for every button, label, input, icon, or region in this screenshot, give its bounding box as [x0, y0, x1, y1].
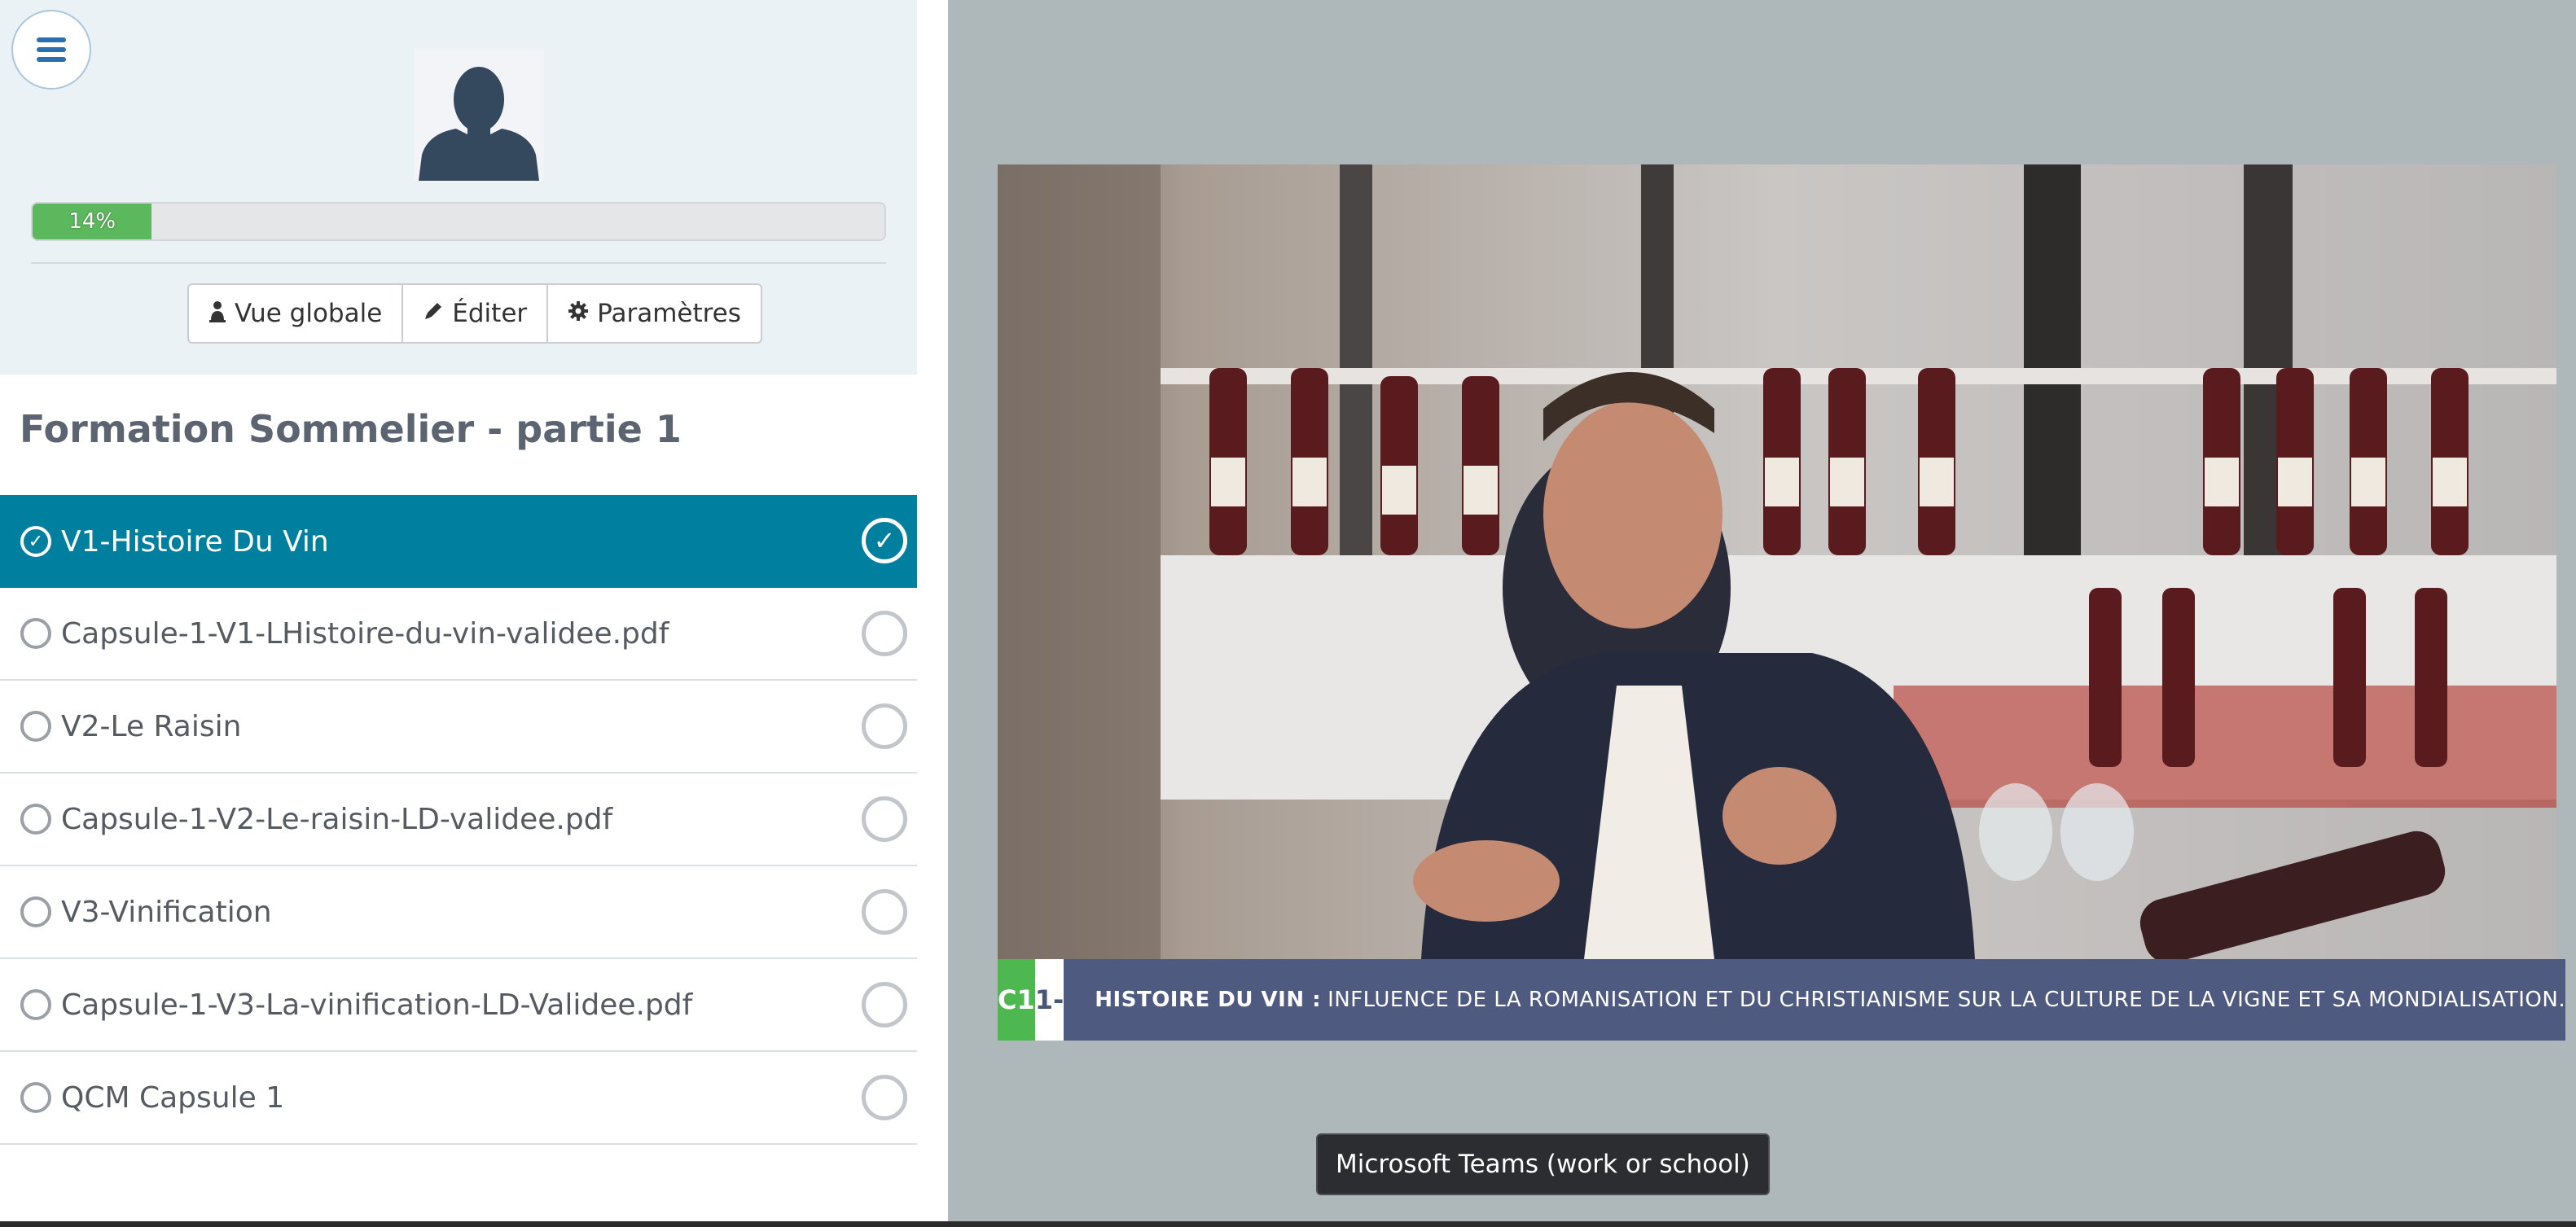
- bottom-border: [0, 1221, 2576, 1227]
- course-progress-bar: 14%: [31, 202, 886, 241]
- hamburger-menu-button[interactable]: [11, 10, 91, 90]
- gear-icon: [568, 300, 589, 327]
- edit-button-label: Éditer: [452, 299, 528, 328]
- incomplete-circle-icon: [862, 889, 907, 935]
- video-caption-bar: C1 1- HISTOIRE DU VIN : INFLUENCE DE LA …: [998, 959, 2566, 1041]
- completed-check-icon: ✓: [862, 518, 907, 563]
- overview-button[interactable]: Vue globale: [189, 285, 404, 342]
- progress-fill: 14%: [33, 204, 152, 239]
- empty-circle-icon: [20, 711, 51, 742]
- caption-title: HISTOIRE DU VIN :: [1095, 988, 1322, 1012]
- empty-circle-icon: [20, 618, 51, 649]
- hamburger-icon: [37, 33, 66, 67]
- lesson-label: QCM Capsule 1: [61, 1080, 285, 1115]
- lesson-item-capsule-v1-pdf[interactable]: Capsule-1-V1-LHistoire-du-vin-validee.pd…: [0, 588, 917, 681]
- course-sidebar: 14% Vue globale Éditer Paramètres Format…: [0, 0, 917, 1221]
- lesson-label: Capsule-1-V3-La-vinification-LD-Validee.…: [61, 988, 693, 1022]
- empty-circle-icon: [20, 896, 51, 927]
- progress-label: 14%: [68, 209, 116, 234]
- caption-body: INFLUENCE DE LA ROMANISATION ET DU CHRIS…: [1327, 988, 2566, 1012]
- incomplete-circle-icon: [862, 703, 907, 749]
- user-silhouette-icon: [414, 49, 544, 181]
- course-actions-button-group: Vue globale Éditer Paramètres: [187, 283, 762, 344]
- video-player[interactable]: [998, 164, 2556, 959]
- sidebar-header: 14% Vue globale Éditer Paramètres: [0, 0, 917, 375]
- lesson-item-capsule-v2-pdf[interactable]: Capsule-1-V2-Le-raisin-LD-validee.pdf: [0, 773, 917, 866]
- incomplete-circle-icon: [862, 611, 907, 656]
- lesson-item-capsule-v3-pdf[interactable]: Capsule-1-V3-La-vinification-LD-Validee.…: [0, 959, 917, 1052]
- lesson-item-qcm-capsule-1[interactable]: QCM Capsule 1: [0, 1052, 917, 1145]
- lesson-item-v2-raisin[interactable]: V2-Le Raisin: [0, 681, 917, 773]
- settings-button[interactable]: Paramètres: [548, 285, 761, 342]
- avatar: [414, 49, 544, 181]
- lesson-label: Capsule-1-V1-LHistoire-du-vin-validee.pd…: [61, 616, 669, 651]
- edit-button[interactable]: Éditer: [403, 285, 549, 342]
- user-icon: [208, 300, 226, 328]
- lesson-label: V2-Le Raisin: [61, 709, 242, 743]
- course-title: Formation Sommelier - partie 1: [20, 407, 682, 451]
- lesson-label: V1-Histoire Du Vin: [61, 524, 329, 559]
- lesson-list: ✓ V1-Histoire Du Vin ✓ Capsule-1-V1-LHis…: [0, 495, 917, 1145]
- lesson-item-v3-vinification[interactable]: V3-Vinification: [0, 866, 917, 959]
- incomplete-circle-icon: [862, 796, 907, 842]
- incomplete-circle-icon: [862, 1075, 907, 1120]
- pencil-icon: [423, 300, 444, 327]
- empty-circle-icon: [20, 989, 51, 1020]
- lesson-item-v1-histoire[interactable]: ✓ V1-Histoire Du Vin ✓: [0, 495, 917, 588]
- panel-separator: [917, 0, 948, 1221]
- divider: [31, 262, 886, 264]
- lesson-label: V3-Vinification: [61, 895, 272, 929]
- empty-circle-icon: [20, 1082, 51, 1113]
- video-frame-image: [998, 164, 2556, 959]
- check-circle-icon: ✓: [20, 526, 51, 557]
- taskbar-tooltip: Microsoft Teams (work or school): [1316, 1133, 1770, 1195]
- lesson-label: Capsule-1-V2-Le-raisin-LD-validee.pdf: [61, 802, 613, 836]
- chapter-badge: C1: [998, 959, 1035, 1041]
- incomplete-circle-icon: [862, 982, 907, 1028]
- settings-button-label: Paramètres: [597, 299, 741, 328]
- chapter-number: 1-: [1034, 959, 1064, 1041]
- caption-text: HISTOIRE DU VIN : INFLUENCE DE LA ROMANI…: [1064, 959, 2566, 1041]
- empty-circle-icon: [20, 804, 51, 835]
- overview-button-label: Vue globale: [235, 299, 383, 328]
